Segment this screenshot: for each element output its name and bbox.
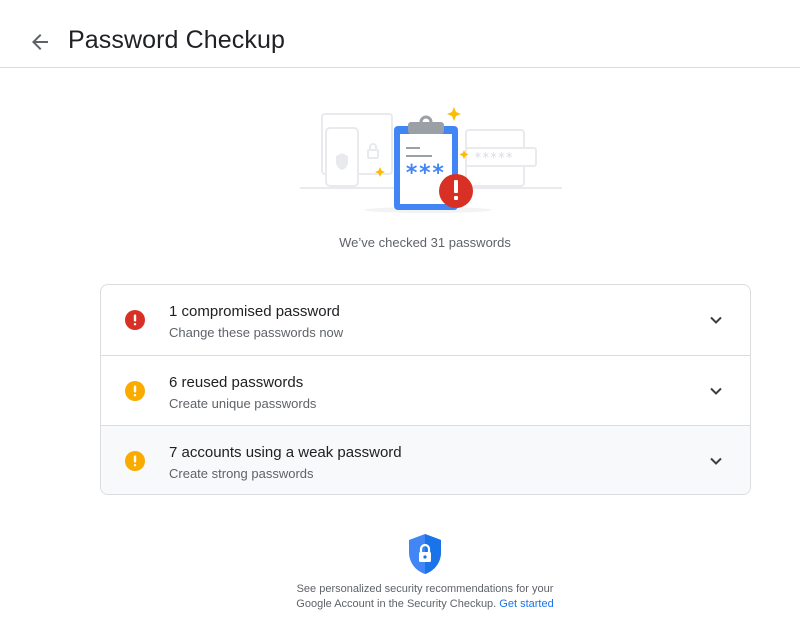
row-title: 6 reused passwords [169, 374, 304, 391]
issues-card: 1 compromised password Change these pass… [100, 284, 751, 495]
reused-passwords-row[interactable]: 6 reused passwords Create unique passwor… [101, 355, 750, 425]
warning-icon [125, 381, 145, 401]
svg-text:***: *** [405, 161, 445, 186]
warning-icon [125, 451, 145, 471]
weak-passwords-row[interactable]: 7 accounts using a weak password Create … [101, 425, 750, 494]
row-subtitle: Create strong passwords [169, 466, 314, 481]
arrow-back-icon[interactable] [28, 30, 52, 54]
password-checkup-illustration: ***** *** [300, 107, 562, 213]
footer-line-1: See personalized security recommendation… [296, 583, 554, 595]
chevron-down-icon[interactable] [708, 312, 724, 328]
chevron-down-icon[interactable] [708, 453, 724, 469]
checked-count-text: We’ve checked 31 passwords [339, 235, 511, 250]
security-checkup-footer: See personalized security recommendation… [0, 582, 800, 612]
chevron-down-icon[interactable] [708, 383, 724, 399]
app-header: Password Checkup [0, 0, 800, 68]
footer-line-2: Google Account in the Security Checkup. … [0, 597, 800, 612]
row-subtitle: Create unique passwords [169, 396, 317, 411]
svg-text:*****: ***** [474, 151, 513, 166]
security-shield-icon [409, 534, 441, 574]
row-title: 7 accounts using a weak password [169, 444, 402, 461]
row-title: 1 compromised password [169, 303, 340, 320]
row-subtitle: Change these passwords now [169, 325, 344, 340]
page-title: Password Checkup [68, 26, 285, 54]
error-icon [125, 310, 145, 330]
footer-line-2-text: Google Account in the Security Checkup. [296, 598, 497, 610]
compromised-passwords-row[interactable]: 1 compromised password Change these pass… [101, 285, 750, 355]
get-started-link[interactable]: Get started [499, 598, 553, 610]
